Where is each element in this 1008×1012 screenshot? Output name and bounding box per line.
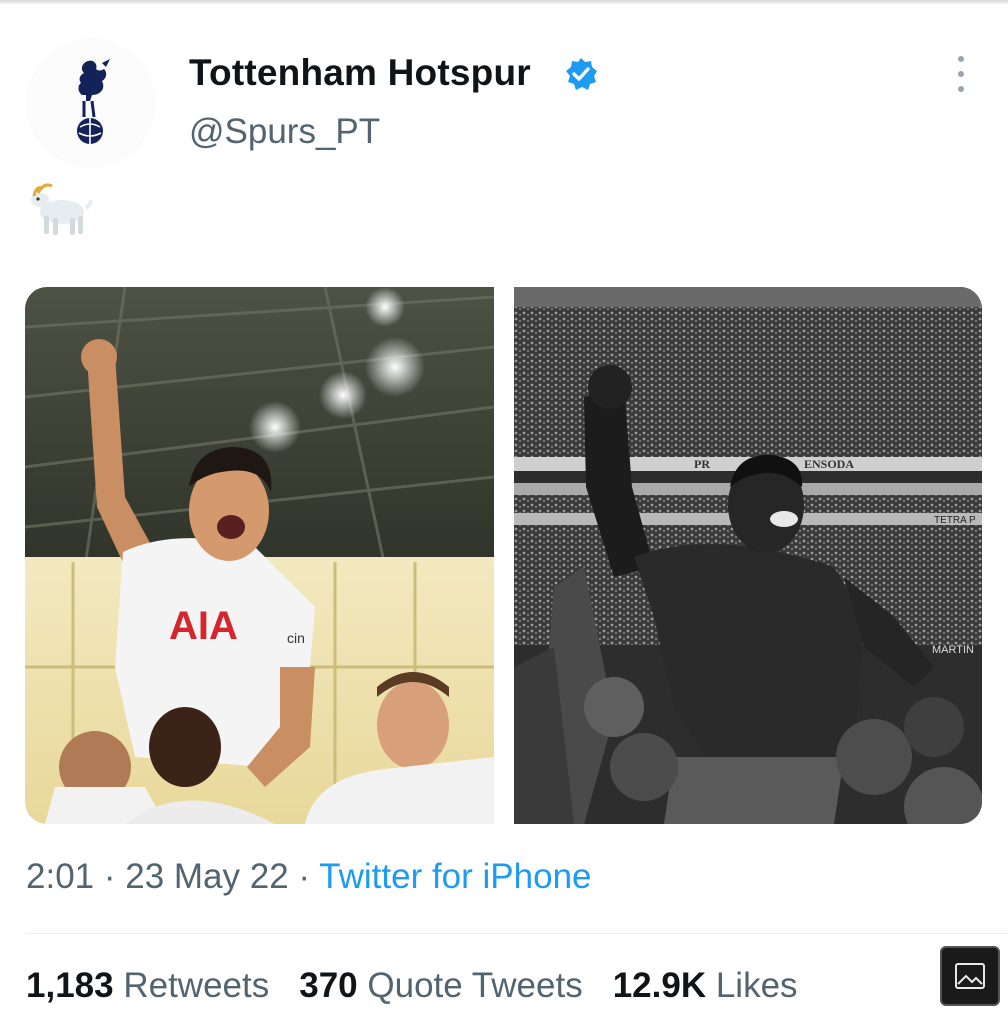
sleeve-sponsor-text: cin [287,630,305,646]
image-gallery-button[interactable] [940,946,1000,1006]
photo-historic-celebration: PR ENSODA TETRA P MARTIN [514,287,982,824]
quote-tweets-stat[interactable]: 370 Quote Tweets [299,966,582,1005]
stadium-sign-1: PR [694,457,710,471]
likes-stat[interactable]: 12.9K Likes [613,966,798,1005]
tweet-time[interactable]: 2:01 [26,857,94,896]
more-options-button[interactable] [948,56,974,92]
goat-emoji-icon [31,183,93,235]
likes-label: Likes [715,966,798,1005]
retweets-label: Retweets [123,966,270,1005]
top-divider [0,0,1008,4]
tweet-photo-left[interactable]: AIA cin [25,287,494,824]
user-handle[interactable]: @Spurs_PT [189,112,380,152]
tweet-detail: Tottenham Hotspur @Spurs_PT AIA cin PR E… [0,0,1008,1012]
quote-tweets-label: Quote Tweets [367,966,583,1005]
retweets-count: 1,183 [26,966,114,1005]
photo-player-celebration: AIA cin [25,287,494,824]
stadium-sign-2: ENSODA [804,457,854,471]
display-name[interactable]: Tottenham Hotspur [189,52,531,94]
tweet-stats-row: 1,183 Retweets 370 Quote Tweets 12.9K Like… [26,966,798,1006]
tweet-timestamp-row: 2:01 · 23 May 22 · Twitter for iPhone [26,857,592,897]
tweet-date[interactable]: 23 May 22 [125,857,288,896]
avatar[interactable] [26,38,156,168]
verified-badge-icon [566,58,597,90]
image-gallery-icon [955,963,985,989]
stats-divider [26,933,1008,934]
retweets-stat[interactable]: 1,183 Retweets [26,966,269,1005]
quote-tweets-count: 370 [299,966,358,1005]
tweet-source-link[interactable]: Twitter for iPhone [319,857,591,896]
more-vertical-icon [958,56,964,62]
likes-count: 12.9K [612,966,707,1005]
shirt-sponsor-text: AIA [169,604,238,648]
stadium-sign-3: TETRA P [934,515,976,526]
meta-separator: · [94,857,126,896]
meta-separator-2: · [288,857,320,896]
spurs-cockerel-logo-icon [77,59,110,144]
tweet-photo-right[interactable]: PR ENSODA TETRA P MARTIN [514,287,982,824]
stadium-sign-4: MARTIN [932,644,974,656]
